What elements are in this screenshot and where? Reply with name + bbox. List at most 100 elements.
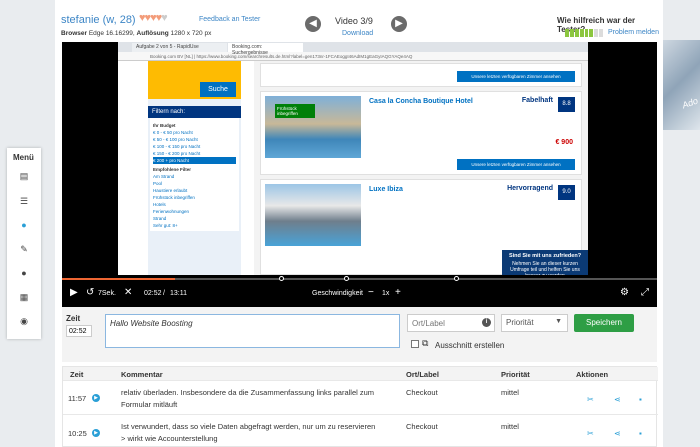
row-comment: > wirkt wie Accounterstellung — [121, 434, 218, 443]
filter-heading: Filtern nach: — [148, 106, 241, 118]
hotel-name: Casa la Concha Boutique Hotel — [369, 98, 473, 105]
feedback-link[interactable]: Feedback an Tester — [199, 16, 260, 23]
row-priority: mittel — [501, 422, 519, 431]
score-label: Fabelhaft — [521, 97, 553, 104]
comment-marker[interactable] — [279, 276, 284, 281]
eye-icon[interactable]: ◉ — [19, 316, 29, 326]
score-badge: 8.8 — [558, 97, 575, 112]
video-progress[interactable] — [62, 275, 657, 283]
progress-played — [62, 278, 176, 280]
col-ortlabel[interactable]: Ort/Label — [406, 370, 439, 379]
share-icon[interactable]: ⋖ — [614, 395, 621, 404]
arrow-right-icon[interactable]: ▶ — [391, 16, 407, 32]
video-player[interactable]: Aufgabe 2 von 5 - RapidUse Booking.com: … — [62, 42, 657, 307]
cut-icon[interactable]: ✂ — [587, 395, 594, 404]
row-comment: Ist verwundert, dass so viele Daten abge… — [121, 422, 376, 431]
problem-link[interactable]: Problem melden — [608, 29, 659, 36]
col-prioritaet[interactable]: Priorität — [501, 370, 530, 379]
speed-increase-button[interactable]: + — [395, 287, 401, 298]
score-label: Hervorragend — [507, 185, 553, 192]
video-title: Video 3/9 — [335, 16, 373, 26]
share-icon[interactable]: ⋖ — [614, 429, 621, 438]
row-ort: Checkout — [406, 422, 438, 431]
browser-tab: Aufgabe 2 von 5 - RapidUse — [132, 43, 227, 52]
hearts-rating: ♥♥♥♥♥ — [139, 12, 168, 24]
comment-input[interactable]: Hallo Website Boosting — [105, 314, 400, 348]
score-badge: 9.0 — [558, 185, 575, 200]
row-comment: relativ überladen. Insbesondere da die Z… — [121, 388, 375, 397]
skip-label[interactable]: 7Sek. — [98, 290, 116, 297]
availability-button: Unsere letzten verfügbaren Zimmer ansehe… — [457, 71, 575, 82]
filter-list: Ihr Budget € 0 - € 50 pro Nacht € 50 - €… — [150, 118, 239, 231]
booking-results: Unsere letzten verfügbaren Zimmer ansehe… — [254, 61, 588, 275]
play-icon[interactable]: ● — [19, 220, 29, 230]
hotel-photo: Frühstück inbegriffen — [265, 96, 361, 158]
booking-filters: Suche Filtern nach: Ihr Budget € 0 - € 5… — [148, 61, 241, 275]
mute-icon[interactable]: ✕ — [124, 287, 132, 298]
pencil-icon[interactable]: ✎ — [19, 244, 29, 254]
chat-icon[interactable]: ● — [19, 268, 29, 278]
cut-icon: ⧉ — [422, 338, 429, 348]
priority-select[interactable]: Priorität ▼ — [501, 314, 568, 332]
speed-value: 1x — [382, 290, 390, 297]
video-controls: ▶ ↺ 7Sek. ✕ 02:52 / 13:11 Geschwindigkei… — [62, 283, 657, 307]
helpfulness-rating[interactable] — [565, 29, 603, 37]
menu-title: Menü — [13, 153, 34, 162]
survey-popup: Sind Sie mit uns zufrieden? Nehmen Sie a… — [502, 250, 588, 279]
hotel-photo — [265, 184, 361, 246]
fullscreen-icon[interactable]: ⤢ — [641, 287, 649, 298]
table-row: 10:25 ▶ Ist verwundert, dass so viele Da… — [63, 414, 658, 447]
row-priority: mittel — [501, 388, 519, 397]
info-icon[interactable]: i — [482, 318, 491, 327]
save-button[interactable]: Speichern — [574, 314, 634, 332]
col-zeit[interactable]: Zeit — [70, 370, 83, 379]
chevron-down-icon: ▼ — [555, 318, 562, 325]
browser-urlbar: Booking.com BV [NL] | https://www.bookin… — [118, 52, 588, 61]
hotel-card: Frühstück inbegriffen Casa la Concha Bou… — [260, 91, 582, 175]
comment-marker[interactable] — [344, 276, 349, 281]
play-icon[interactable]: ▶ — [92, 394, 100, 402]
breakfast-badge: Frühstück inbegriffen — [275, 104, 315, 118]
background-text: Ado — [680, 95, 700, 111]
cut-icon[interactable]: ✂ — [587, 429, 594, 438]
tester-name[interactable]: stefanie (w, 28) — [61, 14, 136, 26]
search-box: Suche — [148, 61, 241, 99]
browser-tabbar: Aufgabe 2 von 5 - RapidUse Booking.com: … — [118, 42, 588, 56]
film-icon[interactable]: ▦ — [19, 292, 29, 302]
arrow-left-icon[interactable]: ◀ — [305, 16, 321, 32]
ausschnitt-checkbox[interactable] — [411, 340, 419, 348]
row-time[interactable]: 11:57 — [68, 394, 86, 403]
rewind-icon[interactable]: ↺ — [86, 287, 94, 298]
time-current: 02:52 — [144, 290, 162, 297]
table-header: Zeit Kommentar Ort/Label Priorität Aktio… — [63, 367, 658, 380]
trash-icon[interactable]: ▪ — [639, 429, 642, 438]
side-menu: Menü ▤ ☰ ● ✎ ● ▦ ◉ — [7, 148, 41, 339]
main-panel: stefanie (w, 28) ♥♥♥♥♥ Feedback an Teste… — [55, 0, 663, 447]
comments-table: Zeit Kommentar Ort/Label Priorität Aktio… — [62, 366, 658, 447]
time-total: 13:11 — [170, 290, 187, 297]
hotel-name: Luxe Ibiza — [369, 186, 403, 193]
trash-icon[interactable]: ▪ — [639, 395, 642, 404]
row-time[interactable]: 10:25 — [68, 429, 87, 438]
speed-label: Geschwindigkeit — [312, 290, 363, 297]
comment-marker[interactable] — [454, 276, 459, 281]
hotel-price: € 900 — [555, 139, 573, 146]
zeit-label: Zeit — [66, 314, 81, 323]
download-link[interactable]: Download — [342, 30, 373, 37]
hotel-card: Unsere letzten verfügbaren Zimmer ansehe… — [260, 63, 582, 87]
zeit-input[interactable] — [66, 325, 92, 337]
play-icon[interactable]: ▶ — [70, 287, 78, 298]
list-icon[interactable]: ☰ — [19, 196, 29, 206]
speed-decrease-button[interactable]: − — [368, 287, 374, 298]
play-icon[interactable]: ▶ — [92, 429, 100, 437]
time-separator: / — [163, 290, 165, 297]
document-icon[interactable]: ▤ — [19, 171, 29, 181]
col-kommentar[interactable]: Kommentar — [121, 370, 163, 379]
gear-icon[interactable]: ⚙ — [620, 287, 629, 298]
table-row: 11:57 ▶ relativ überladen. Insbesondere … — [63, 380, 658, 414]
recorded-browser: Aufgabe 2 von 5 - RapidUse Booking.com: … — [118, 42, 588, 279]
ausschnitt-label: Ausschnitt erstellen — [435, 341, 505, 350]
row-ort: Checkout — [406, 388, 438, 397]
col-aktionen: Aktionen — [576, 370, 609, 379]
suche-button: Suche — [200, 82, 236, 97]
